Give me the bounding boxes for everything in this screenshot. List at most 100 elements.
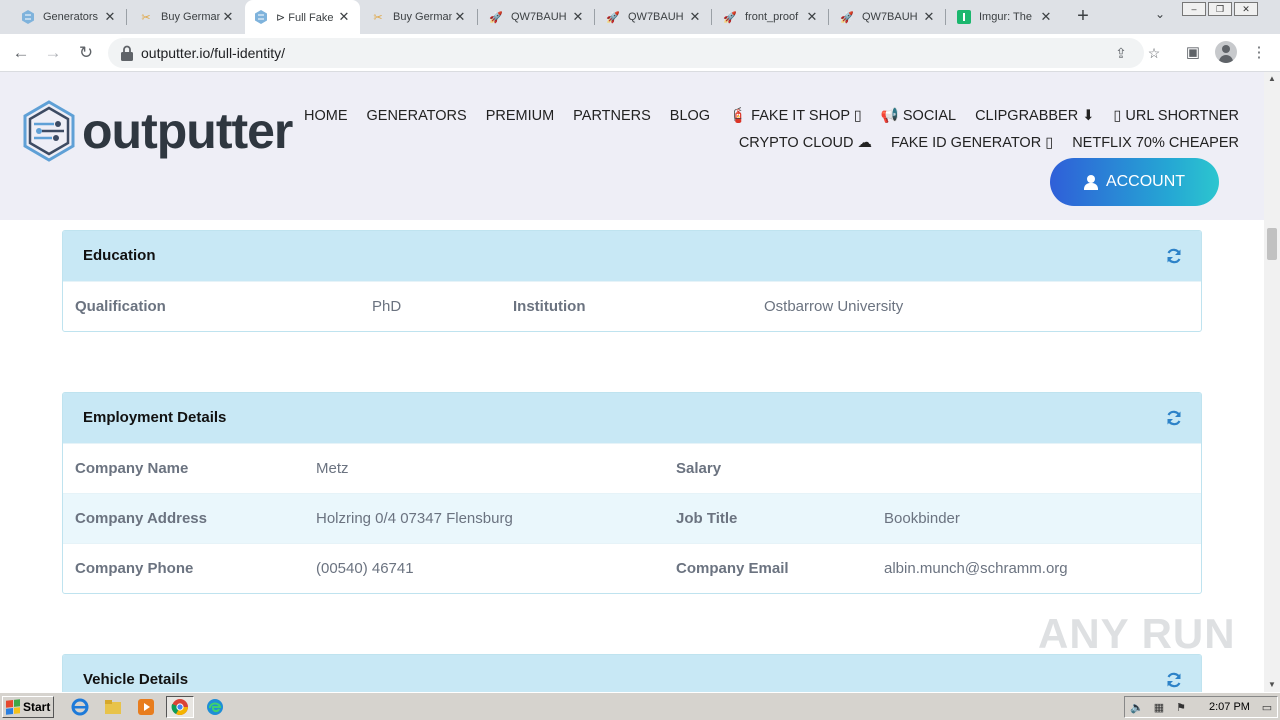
qualification-label: Qualification <box>75 298 166 315</box>
main-nav: HOME GENERATORS PREMIUM PARTNERS BLOG 🧯 … <box>304 106 1239 160</box>
tab-divider <box>945 9 946 25</box>
site-logo[interactable]: outputter <box>22 100 293 162</box>
nav-blog[interactable]: BLOG <box>670 106 710 133</box>
close-icon[interactable]: ✕ <box>687 9 703 25</box>
nav-row: CRYPTO CLOUD ☁ FAKE ID GENERATOR ▯ NETFL… <box>339 133 1239 160</box>
nav-generators[interactable]: GENERATORS <box>367 106 467 133</box>
chrome-icon[interactable] <box>166 696 194 718</box>
star-icon[interactable]: ☆ <box>1144 43 1164 63</box>
tab-generators[interactable]: Generators ✕ <box>12 0 126 34</box>
tab-qw7bauh[interactable]: 🚀 QW7BAUH ✕ <box>831 0 945 34</box>
side-panel-icon[interactable]: ▣ <box>1182 42 1204 64</box>
media-player-icon[interactable] <box>134 696 158 718</box>
site-header: outputter HOME GENERATORS PREMIUM PARTNE… <box>0 72 1264 220</box>
table-row: Company Name Metz Salary <box>63 443 1201 493</box>
nav-fake-id-generator[interactable]: FAKE ID GENERATOR ▯ <box>891 133 1053 160</box>
salary-label: Salary <box>676 460 722 477</box>
close-window-icon[interactable]: ✕ <box>1234 2 1258 16</box>
show-desktop-icon[interactable]: ▭ <box>1259 700 1275 716</box>
tab-divider <box>711 9 712 25</box>
nav-url-shortner[interactable]: ▯ URL SHORTNER <box>1113 106 1239 133</box>
restore-icon[interactable]: ❐ <box>1208 2 1232 16</box>
nav-netflix[interactable]: NETFLIX 70% CHEAPER <box>1072 133 1239 160</box>
tab-title: Generators <box>43 11 99 23</box>
internet-explorer-icon[interactable] <box>68 696 92 718</box>
nav-crypto-cloud[interactable]: CRYPTO CLOUD ☁ <box>739 133 872 160</box>
tab-qw7bauh[interactable]: 🚀 QW7BAUH ✕ <box>480 0 594 34</box>
page-scrollbar[interactable]: ▲ ▼ <box>1264 72 1280 692</box>
tab-title: QW7BAUH <box>628 11 684 23</box>
account-label: ACCOUNT <box>1105 173 1186 190</box>
card-header: Employment Details <box>63 393 1201 443</box>
close-icon[interactable]: ✕ <box>804 9 820 25</box>
close-icon[interactable]: ✕ <box>921 9 937 25</box>
close-icon[interactable]: ✕ <box>336 9 352 25</box>
tab-imgur[interactable]: Imgur: The ✕ <box>948 0 1062 34</box>
tab-qw7bauh[interactable]: 🚀 QW7BAUH ✕ <box>597 0 711 34</box>
menu-icon[interactable]: ⋮ <box>1248 42 1270 64</box>
close-icon[interactable]: ✕ <box>570 9 586 25</box>
profile-avatar[interactable] <box>1215 41 1237 63</box>
windows-logo-icon <box>6 699 20 715</box>
tab-front-proof[interactable]: 🚀 front_proof ✕ <box>714 0 828 34</box>
new-tab-button[interactable]: + <box>1072 5 1094 27</box>
forward-icon[interactable]: → <box>42 42 64 64</box>
tab-title: front_proof <box>745 11 799 23</box>
company-phone-value: (00540) 46741 <box>316 560 414 577</box>
refresh-icon[interactable] <box>1165 671 1183 689</box>
file-explorer-icon[interactable] <box>101 696 125 718</box>
card-title: Vehicle Details <box>83 671 189 688</box>
start-button[interactable]: Start <box>2 696 54 718</box>
start-label: Start <box>23 700 51 714</box>
volume-icon[interactable]: 🔈 <box>1129 700 1145 716</box>
company-email-value: albin.munch@schramm.org <box>884 560 1068 577</box>
address-bar[interactable]: outputter.io/full-identity/ ⇪ ☆ <box>108 38 1160 68</box>
tab-title: Buy German <box>393 11 452 23</box>
refresh-icon[interactable] <box>1165 409 1183 427</box>
nav-clipgrabber[interactable]: CLIPGRABBER ⬇ <box>975 106 1094 133</box>
rocket-icon: 🚀 <box>840 11 854 24</box>
tab-buy-german[interactable]: ✂ Buy German ✕ <box>362 0 476 34</box>
company-address-label: Company Address <box>75 510 207 527</box>
nav-home[interactable]: HOME <box>304 106 348 133</box>
flag-icon[interactable]: ⚑ <box>1173 700 1189 716</box>
network-icon[interactable]: ▦ <box>1151 700 1167 716</box>
nav-fake-it-shop[interactable]: 🧯 FAKE IT SHOP ▯ <box>729 106 862 133</box>
company-email-label: Company Email <box>676 560 789 577</box>
reload-icon[interactable]: ↻ <box>75 42 97 64</box>
table-row: Qualification PhD Institution Ostbarrow … <box>63 281 1201 331</box>
qualification-value: PhD <box>372 298 402 315</box>
close-icon[interactable]: ✕ <box>1038 9 1054 25</box>
back-icon[interactable]: ← <box>10 42 32 64</box>
edge-icon[interactable] <box>203 696 227 718</box>
outputter-icon <box>20 9 36 25</box>
institution-value: Ostbarrow University <box>764 298 904 315</box>
share-icon[interactable]: ⇪ <box>1111 43 1131 63</box>
scroll-up-icon[interactable]: ▲ <box>1264 72 1280 86</box>
table-row: Company Phone (00540) 46741 Company Emai… <box>63 543 1201 593</box>
outputter-logo-icon <box>23 100 75 162</box>
close-icon[interactable]: ✕ <box>452 9 468 25</box>
company-name-value: Metz <box>316 460 349 477</box>
nav-premium[interactable]: PREMIUM <box>486 106 554 133</box>
tab-buy-german[interactable]: ✂ Buy German ✕ <box>130 0 244 34</box>
tab-full-fake[interactable]: ⊳ Full Fake ✕ <box>245 0 360 34</box>
education-card: Education Qualification PhD Institution … <box>62 230 1202 332</box>
nav-partners[interactable]: PARTNERS <box>573 106 651 133</box>
rocket-icon: 🚀 <box>723 11 737 24</box>
minimize-icon[interactable]: – <box>1182 2 1206 16</box>
company-name-label: Company Name <box>75 460 189 477</box>
chevron-down-icon[interactable]: ⌄ <box>1150 7 1170 27</box>
account-button[interactable]: ACCOUNT <box>1050 158 1219 206</box>
window-controls: – ❐ ✕ <box>1182 2 1260 16</box>
nav-row: HOME GENERATORS PREMIUM PARTNERS BLOG 🧯 … <box>304 106 1239 133</box>
watermark-text: ANY RUN <box>1038 610 1236 657</box>
scroll-down-icon[interactable]: ▼ <box>1264 678 1280 692</box>
table-row: Company Address Holzring 0/4 07347 Flens… <box>63 493 1201 543</box>
refresh-icon[interactable] <box>1165 247 1183 265</box>
close-icon[interactable]: ✕ <box>102 9 118 25</box>
close-icon[interactable]: ✕ <box>220 9 236 25</box>
nav-social[interactable]: 📢 SOCIAL <box>881 106 956 133</box>
scroll-thumb[interactable] <box>1267 228 1277 260</box>
taskbar: Start 🔈 ▦ ⚑ 2:07 PM ▭ <box>0 692 1280 720</box>
